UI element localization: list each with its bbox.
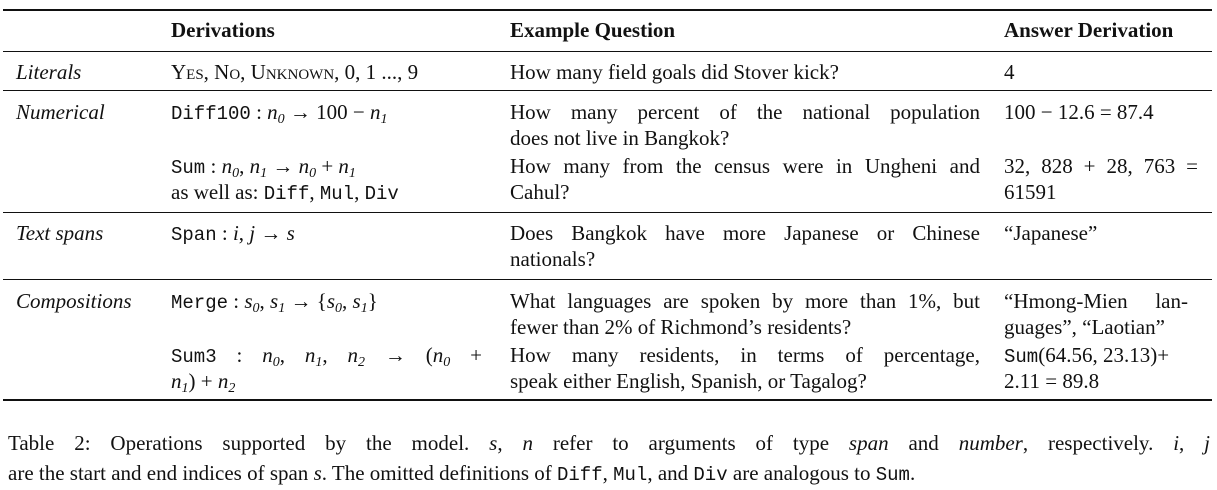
category-text-spans: Text spans	[16, 221, 104, 245]
diff100-question-line-2: does not live in Bangkok?	[510, 126, 730, 150]
span-answer: “Japanese”	[1004, 221, 1098, 245]
sum-derivation: Sum : n0, n1 → n0 + n1	[171, 154, 356, 181]
header-answer-derivation: Answer Derivation	[1004, 18, 1174, 42]
sum-op: Sum	[171, 157, 206, 179]
merge-op: Merge	[171, 292, 229, 314]
sum-answer-line-2: 61591	[1004, 180, 1057, 204]
header-derivations: Derivations	[171, 18, 275, 42]
caption-line-1: Table 2: Operations supported by the mod…	[8, 431, 1211, 455]
table-header-rule	[3, 51, 1212, 52]
sum3-question-line-1: How many residents, in terms of percenta…	[510, 343, 980, 367]
sum-question-line-1: How many from the census were in Ungheni…	[510, 154, 980, 178]
extra-op-diff: Diff	[263, 183, 310, 205]
row-divider-numerical	[3, 212, 1212, 213]
span-derivation: Span : i, j → s	[171, 221, 295, 246]
row-divider-textspans	[3, 279, 1212, 280]
merge-question-line-2: fewer than 2% of Richmond’s residents?	[510, 315, 852, 339]
sum-answer-line-1: 32, 828 + 28, 763 =	[1004, 154, 1198, 178]
literals-answer: 4	[1004, 60, 1015, 84]
sum3-question-line-2: speak either English, Spanish, or Tagalo…	[510, 369, 867, 393]
row-divider-literals	[3, 90, 1212, 91]
caption-label: Table 2:	[8, 431, 91, 455]
diff100-derivation: Diff100 : n0 → 100 − n1	[171, 100, 388, 127]
span-question-line-2: nationals?	[510, 247, 596, 271]
diff100-op: Diff100	[171, 103, 251, 125]
sum-extra-prefix: as well as:	[171, 180, 264, 204]
extra-op-div: Div	[364, 183, 399, 205]
merge-question-line-1: What languages are spoken by more than 1…	[510, 289, 980, 313]
category-literals: Literals	[16, 60, 82, 84]
sum3-op: Sum3	[171, 346, 217, 368]
category-compositions: Compositions	[16, 289, 132, 313]
merge-answer-line-1: “Hmong-Mien lan-	[1004, 289, 1188, 313]
literals-question: How many field goals did Stover kick?	[510, 60, 839, 84]
table-caption: Table 2: Operations supported by the mod…	[8, 428, 1210, 490]
span-question-line-1: Does Bangkok have more Japanese or Chine…	[510, 221, 980, 245]
literals-derivation: Yes, No, Unknown, 0, 1 ..., 9	[171, 60, 419, 84]
sum3-answer-op: Sum	[1004, 346, 1039, 368]
table-top-rule	[3, 9, 1212, 11]
merge-derivation: Merge : s0, s1 → {s0, s1}	[171, 289, 378, 316]
sum-derivation-extra: as well as: Diff, Mul, Div	[171, 180, 399, 205]
diff100-answer: 100 − 12.6 = 87.4	[1004, 100, 1154, 124]
header-example-question: Example Question	[510, 18, 676, 42]
diff100-question-line-1: How many percent of the national populat…	[510, 100, 980, 124]
span-op: Span	[171, 224, 217, 246]
table-bottom-rule	[3, 399, 1212, 401]
sum3-answer-line-1: Sum(64.56, 23.13)+	[1004, 342, 1169, 370]
merge-answer-line-2: guages”, “Laotian”	[1004, 315, 1165, 339]
sum3-answer-args: (64.56, 23.13)+	[1038, 343, 1170, 367]
sum3-answer-line-2: 2.11 = 89.8	[1004, 369, 1100, 393]
category-numerical: Numerical	[16, 100, 105, 124]
sum3-derivation-line-2: n1) + n2	[171, 369, 236, 396]
sum3-derivation-line-1: Sum3 : n0, n1, n2 → (n0 +	[171, 343, 482, 370]
caption-line-2: are the start and end indices of span s.…	[8, 461, 916, 486]
sum-question-line-2: Cahul?	[510, 180, 570, 204]
extra-op-mul: Mul	[319, 183, 355, 205]
